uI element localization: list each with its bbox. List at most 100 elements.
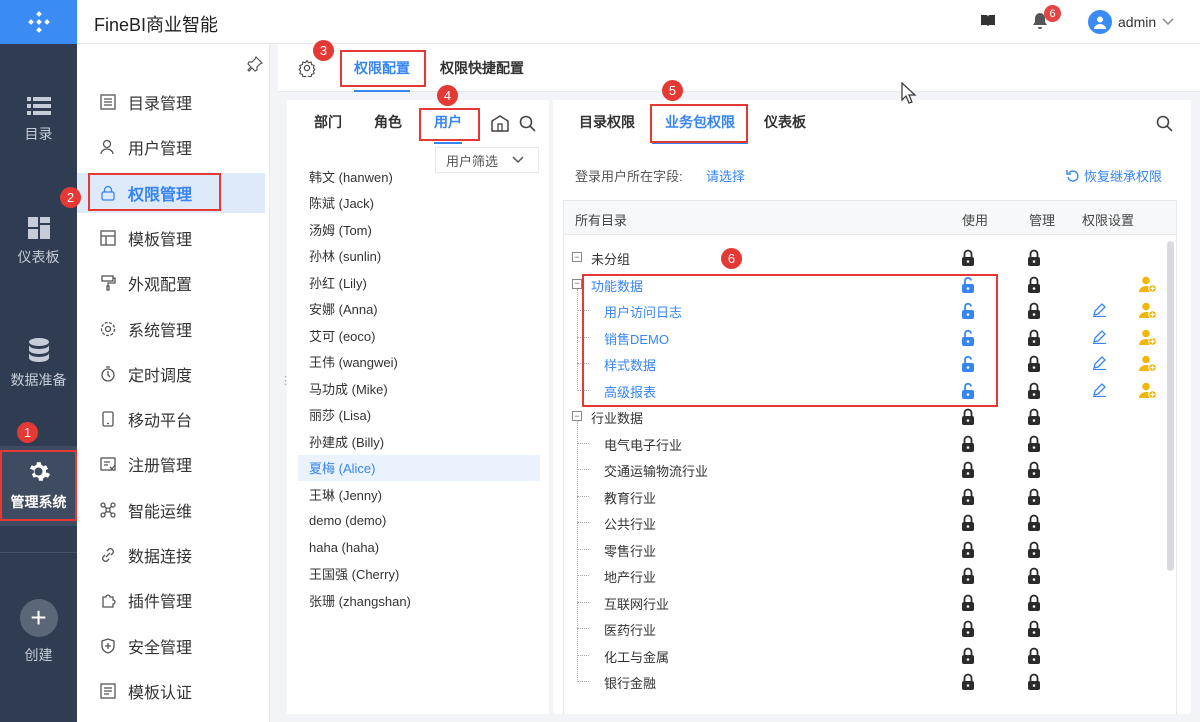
select-field-link[interactable]: 请选择 [706, 166, 745, 185]
lock-icon[interactable] [1027, 355, 1041, 375]
restore-inheritance-button[interactable]: 恢复继承权限 [1066, 166, 1162, 185]
settings-gear-icon[interactable] [298, 59, 316, 77]
sidebar-item-link[interactable]: 数据连接 [77, 535, 265, 575]
edit-pencil-icon[interactable] [1092, 302, 1107, 320]
user-list-item[interactable]: 韩文 (hanwen) [298, 163, 540, 190]
rail-item-create[interactable]: + 创建 [0, 592, 77, 672]
sidebar-item-lock[interactable]: 权限管理 [77, 172, 265, 213]
search-icon[interactable] [1156, 115, 1173, 132]
lock-icon[interactable] [1027, 276, 1041, 296]
sidebar-item-timer[interactable]: 定时调度 [77, 354, 265, 394]
lock-icon[interactable] [961, 514, 975, 534]
rail-item-catalog[interactable]: 目录 [0, 80, 77, 160]
lock-icon[interactable] [1027, 488, 1041, 508]
rail-item-data-prep[interactable]: 数据准备 [0, 324, 77, 404]
user-list-item[interactable]: 陈斌 (Jack) [298, 190, 540, 217]
table-row[interactable]: 样式数据 [564, 350, 1162, 377]
splitter-handle[interactable]: ⋮ [280, 374, 291, 387]
sidebar-item-shield[interactable]: 安全管理 [77, 626, 265, 666]
add-user-permission-icon[interactable] [1139, 329, 1157, 349]
lock-icon[interactable] [961, 249, 975, 269]
user-list-item[interactable]: 孙建成 (Billy) [298, 428, 540, 455]
user-list-item[interactable]: 王琳 (Jenny) [298, 481, 540, 508]
lock-icon[interactable] [1027, 329, 1041, 349]
search-icon[interactable] [519, 115, 536, 132]
sidebar-item-ops[interactable]: 智能运维 [77, 490, 265, 530]
unlock-icon[interactable] [961, 355, 975, 375]
add-user-permission-icon[interactable] [1139, 302, 1157, 322]
rail-item-admin-system[interactable]: 管理系统 [0, 446, 77, 526]
sidebar-item-brush[interactable]: 外观配置 [77, 263, 265, 303]
sidebar-item-user[interactable]: 用户管理 [77, 127, 265, 167]
lock-icon[interactable] [1027, 673, 1041, 693]
add-user-permission-icon[interactable] [1139, 355, 1157, 375]
user-menu[interactable]: admin [1088, 10, 1174, 34]
tab-business-package-permission[interactable]: 业务包权限 [652, 100, 748, 144]
table-row[interactable]: 地产行业 [564, 562, 1162, 589]
unlock-icon[interactable] [961, 302, 975, 322]
lock-icon[interactable] [961, 488, 975, 508]
org-building-icon[interactable] [490, 114, 510, 132]
notifications[interactable]: 6 [1032, 5, 1061, 33]
lock-icon[interactable] [1027, 567, 1041, 587]
lock-icon[interactable] [961, 567, 975, 587]
user-list-item[interactable]: 丽莎 (Lisa) [298, 402, 540, 429]
table-row[interactable]: 用户访问日志 [564, 297, 1162, 324]
table-row[interactable]: 销售DEMO [564, 324, 1162, 351]
lock-icon[interactable] [961, 620, 975, 640]
sidebar-item-certify[interactable]: 模板认证 [77, 671, 265, 711]
user-list-item[interactable]: 孙红 (Lily) [298, 269, 540, 296]
lock-icon[interactable] [961, 435, 975, 455]
tab-roles[interactable]: 角色 [374, 100, 402, 144]
user-list-item[interactable]: haha (haha) [298, 534, 540, 561]
unlock-icon[interactable] [961, 382, 975, 402]
user-list-item[interactable]: 艾可 (eoco) [298, 322, 540, 349]
table-row[interactable]: 高级报表 [564, 377, 1162, 404]
edit-pencil-icon[interactable] [1092, 355, 1107, 373]
lock-icon[interactable] [1027, 249, 1041, 269]
table-row[interactable]: 教育行业 [564, 483, 1162, 510]
lock-icon[interactable] [1027, 408, 1041, 428]
table-row[interactable]: 医药行业 [564, 615, 1162, 642]
lock-icon[interactable] [1027, 382, 1041, 402]
lock-icon[interactable] [1027, 461, 1041, 481]
user-list-item[interactable]: 张珊 (zhangshan) [298, 587, 540, 614]
lock-icon[interactable] [961, 594, 975, 614]
pin-icon[interactable] [247, 56, 263, 72]
user-list-item[interactable]: 夏梅 (Alice) [298, 454, 540, 481]
user-list-item[interactable]: 马功成 (Mike) [298, 375, 540, 402]
unlock-icon[interactable] [961, 329, 975, 349]
table-row[interactable]: 银行金融 [564, 668, 1162, 695]
table-row[interactable]: − 行业数据 [564, 403, 1162, 430]
sidebar-item-template[interactable]: 模板管理 [77, 218, 265, 258]
add-user-permission-icon[interactable] [1139, 276, 1157, 296]
add-user-permission-icon[interactable] [1139, 382, 1157, 402]
lock-icon[interactable] [961, 408, 975, 428]
lock-icon[interactable] [1027, 647, 1041, 667]
user-list-item[interactable]: 孙林 (sunlin) [298, 243, 540, 270]
lock-icon[interactable] [1027, 594, 1041, 614]
tab-permission-quick-config[interactable]: 权限快捷配置 [440, 44, 524, 92]
sidebar-item-plugin[interactable]: 插件管理 [77, 580, 265, 620]
lock-icon[interactable] [1027, 435, 1041, 455]
table-row[interactable]: 交通运输物流行业 [564, 456, 1162, 483]
user-list-item[interactable]: 王伟 (wangwei) [298, 349, 540, 376]
lock-icon[interactable] [1027, 514, 1041, 534]
lock-icon[interactable] [961, 647, 975, 667]
user-list-item[interactable]: demo (demo) [298, 508, 540, 535]
tab-departments[interactable]: 部门 [314, 100, 342, 144]
app-logo[interactable] [0, 0, 77, 44]
table-row[interactable]: 互联网行业 [564, 589, 1162, 616]
scrollbar[interactable] [1166, 237, 1174, 713]
scroll-thumb[interactable] [1167, 241, 1174, 571]
lock-icon[interactable] [961, 461, 975, 481]
sidebar-item-settings[interactable]: 系统管理 [77, 309, 265, 349]
tab-permission-config[interactable]: 权限配置 [354, 44, 410, 92]
table-row[interactable]: 电气电子行业 [564, 430, 1162, 457]
tab-dashboard-permission[interactable]: 仪表板 [764, 100, 806, 144]
rail-item-dashboard[interactable]: 仪表板 [0, 202, 77, 282]
tab-catalog-permission[interactable]: 目录权限 [579, 100, 635, 144]
table-row[interactable]: 公共行业 [564, 509, 1162, 536]
sidebar-item-catalog[interactable]: 目录管理 [77, 82, 265, 122]
lock-icon[interactable] [961, 673, 975, 693]
